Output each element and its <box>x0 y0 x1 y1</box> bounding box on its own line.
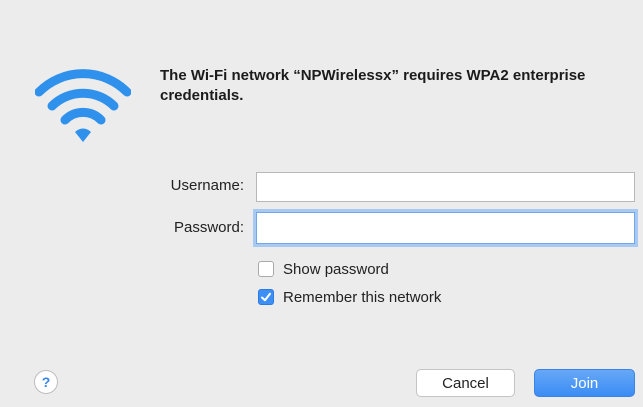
cancel-label: Cancel <box>442 374 489 392</box>
join-button[interactable]: Join <box>534 369 635 397</box>
dialog-message: The Wi-Fi network “NPWirelessx” requires… <box>160 67 586 104</box>
help-button[interactable]: ? <box>34 370 58 394</box>
show-password-checkbox[interactable]: Show password <box>258 258 389 280</box>
remember-network-label: Remember this network <box>283 288 442 306</box>
join-label: Join <box>570 374 599 392</box>
show-password-label: Show password <box>283 260 389 278</box>
password-field[interactable] <box>256 212 635 244</box>
checkmark-icon[interactable] <box>258 289 274 305</box>
username-field[interactable] <box>256 172 635 202</box>
checkbox-unchecked-icon[interactable] <box>258 261 274 277</box>
username-label: Username: <box>170 177 244 194</box>
remember-network-checkbox[interactable]: Remember this network <box>258 286 441 308</box>
cancel-button[interactable]: Cancel <box>416 369 515 397</box>
wifi-icon <box>34 66 132 146</box>
window-titlebar <box>0 0 643 39</box>
password-label: Password: <box>173 219 244 236</box>
wifi-credentials-dialog: The Wi-Fi network “NPWirelessx” requires… <box>0 38 643 407</box>
help-icon: ? <box>41 374 51 390</box>
